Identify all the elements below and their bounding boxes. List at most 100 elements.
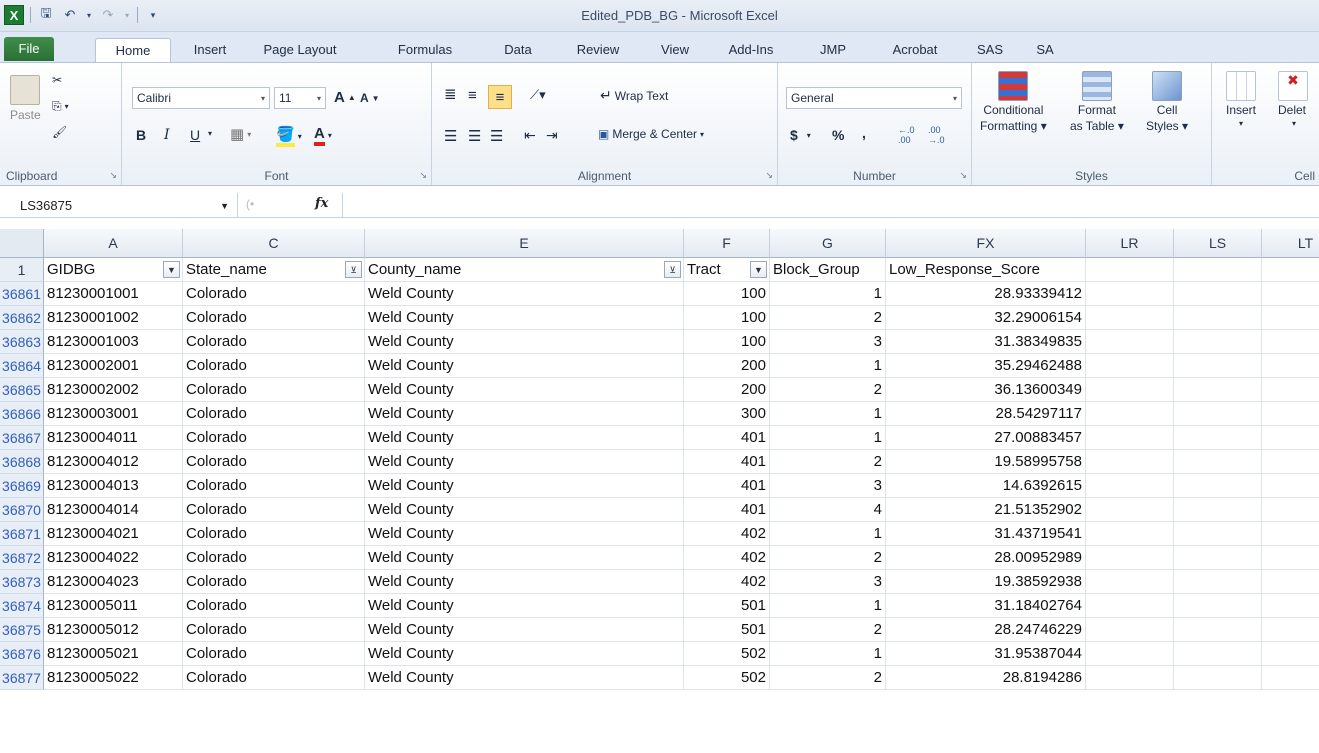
column-header-lr[interactable]: LR (1086, 229, 1174, 258)
cell-block-group[interactable]: 1 (770, 594, 886, 618)
cell-gidbg[interactable]: 81230004012 (44, 450, 183, 474)
tab-add-ins[interactable]: Add-Ins (716, 38, 786, 62)
font-size-select[interactable]: 11 ▾ (274, 87, 326, 109)
cell-lt[interactable] (1262, 378, 1319, 402)
row-number[interactable]: 36875 (0, 618, 44, 642)
cell-block-group[interactable]: 1 (770, 522, 886, 546)
cell-styles-button[interactable]: Cell Styles ▾ (1146, 71, 1188, 133)
conditional-formatting-button[interactable]: Conditional Formatting ▾ (980, 71, 1047, 133)
top-align-icon[interactable]: ≣ (444, 85, 457, 103)
cell-ls[interactable] (1174, 402, 1262, 426)
align-right-icon[interactable]: ☰ (490, 127, 503, 145)
cell-ls[interactable] (1174, 354, 1262, 378)
bold-button[interactable]: B (136, 127, 146, 143)
cell-tract[interactable]: 200 (684, 354, 770, 378)
number-format-select[interactable]: General ▾ (786, 87, 962, 109)
copy-icon[interactable]: ⎘ ▾ (52, 99, 69, 114)
decrease-decimal-button[interactable]: .00 →.0 (928, 125, 956, 145)
cell-state-name[interactable]: Colorado (183, 546, 365, 570)
cell-ls[interactable] (1174, 426, 1262, 450)
cell-lr[interactable] (1086, 570, 1174, 594)
cell-state-name[interactable]: Colorado (183, 306, 365, 330)
cell-gidbg[interactable]: 81230004021 (44, 522, 183, 546)
cell-tract[interactable]: 402 (684, 546, 770, 570)
cell-county-name[interactable]: Weld County (365, 330, 684, 354)
cell-county-name[interactable]: Weld County (365, 570, 684, 594)
row-number[interactable]: 36874 (0, 594, 44, 618)
currency-button[interactable]: $ ▾ (790, 127, 811, 143)
decrease-indent-icon[interactable]: ⇤ (524, 127, 536, 144)
row-number[interactable]: 36869 (0, 474, 44, 498)
cut-icon[interactable]: ✂ (52, 73, 62, 87)
cell-county-name[interactable]: Weld County (365, 522, 684, 546)
increase-decimal-button[interactable]: ←.0 .00 (898, 125, 924, 145)
tab-insert[interactable]: Insert (180, 38, 240, 62)
cell-lt[interactable] (1262, 306, 1319, 330)
cell-county-name[interactable]: Weld County (365, 666, 684, 690)
delete-cells-button[interactable]: ✖ Delet ▾ (1278, 71, 1308, 128)
cell-gidbg[interactable]: 81230004022 (44, 546, 183, 570)
cell-low-response-score[interactable]: 36.13600349 (886, 378, 1086, 402)
shrink-font-button[interactable]: A ▼ (360, 91, 380, 105)
tab-acrobat[interactable]: Acrobat (880, 38, 950, 62)
paste-button[interactable]: Paste (10, 75, 41, 122)
header-cell-block-group[interactable]: Block_Group (770, 258, 886, 282)
column-header-g[interactable]: G (770, 229, 886, 258)
cell-county-name[interactable]: Weld County (365, 306, 684, 330)
tab-file[interactable]: File (4, 37, 54, 61)
worksheet-grid[interactable]: A C E F G FX LR LS LT 1 GIDBG ▼ State_name ⊻ County_n… (0, 229, 1319, 753)
cell-tract[interactable]: 402 (684, 522, 770, 546)
row-number[interactable]: 36862 (0, 306, 44, 330)
tab-page-layout[interactable]: Page Layout (250, 38, 350, 62)
orientation-icon[interactable]: ⟋▾ (530, 87, 546, 103)
cell-state-name[interactable]: Colorado (183, 642, 365, 666)
cell-county-name[interactable]: Weld County (365, 378, 684, 402)
fill-color-icon[interactable]: 🪣 ▾ (276, 125, 302, 147)
cell-gidbg[interactable]: 81230004011 (44, 426, 183, 450)
cell-gidbg[interactable]: 81230005021 (44, 642, 183, 666)
cell-lt[interactable] (1262, 594, 1319, 618)
cell-state-name[interactable]: Colorado (183, 522, 365, 546)
column-header-f[interactable]: F (684, 229, 770, 258)
cell-state-name[interactable]: Colorado (183, 426, 365, 450)
column-header-ls[interactable]: LS (1174, 229, 1262, 258)
row-number[interactable]: 36865 (0, 378, 44, 402)
cell-gidbg[interactable]: 81230004014 (44, 498, 183, 522)
align-left-icon[interactable]: ☰ (444, 127, 457, 145)
tab-review[interactable]: Review (563, 38, 633, 62)
cell-state-name[interactable]: Colorado (183, 570, 365, 594)
cell-low-response-score[interactable]: 31.38349835 (886, 330, 1086, 354)
cell-state-name[interactable]: Colorado (183, 594, 365, 618)
cell-state-name[interactable]: Colorado (183, 330, 365, 354)
wrap-text-button[interactable]: ↵ Wrap Text (600, 87, 668, 104)
align-center-icon[interactable]: ☰ (468, 127, 481, 145)
cell-lt[interactable] (1262, 642, 1319, 666)
cell-tract[interactable]: 502 (684, 666, 770, 690)
cell-lr[interactable] (1086, 450, 1174, 474)
cell-low-response-score[interactable]: 31.43719541 (886, 522, 1086, 546)
font-color-button[interactable]: A ▾ (314, 125, 332, 146)
cell-low-response-score[interactable]: 28.00952989 (886, 546, 1086, 570)
cell-block-group[interactable]: 3 (770, 474, 886, 498)
cell-tract[interactable]: 501 (684, 618, 770, 642)
cell-block-group[interactable]: 1 (770, 354, 886, 378)
underline-button[interactable]: U (190, 127, 200, 143)
filter-active-icon[interactable]: ⊻ (345, 261, 362, 278)
cell-lr[interactable] (1086, 378, 1174, 402)
cell-state-name[interactable]: Colorado (183, 354, 365, 378)
cell-block-group[interactable]: 2 (770, 378, 886, 402)
cell-lr[interactable] (1086, 426, 1174, 450)
cell-lt[interactable] (1262, 354, 1319, 378)
row-number[interactable]: 36861 (0, 282, 44, 306)
cell-lr[interactable] (1086, 666, 1174, 690)
cell-state-name[interactable]: Colorado (183, 402, 365, 426)
cell-lr[interactable] (1086, 402, 1174, 426)
insert-cells-button[interactable]: Insert ▾ (1226, 71, 1256, 128)
increase-indent-icon[interactable]: ⇥ (546, 127, 558, 144)
row-number[interactable]: 36866 (0, 402, 44, 426)
cell-lt[interactable] (1262, 522, 1319, 546)
cell-tract[interactable]: 401 (684, 498, 770, 522)
cell-low-response-score[interactable]: 31.18402764 (886, 594, 1086, 618)
cell-county-name[interactable]: Weld County (365, 546, 684, 570)
name-box-dropdown-icon[interactable]: ▼ (220, 201, 229, 211)
